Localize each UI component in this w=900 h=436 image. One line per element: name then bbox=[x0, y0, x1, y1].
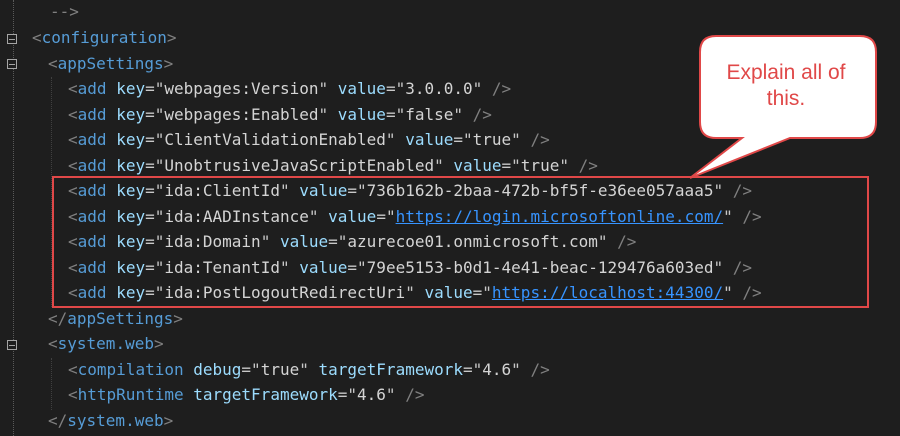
attr-name: key bbox=[116, 105, 146, 124]
equals-quote: =" bbox=[241, 360, 261, 379]
code-line-appsettings-close[interactable]: </appSettings> bbox=[48, 306, 183, 332]
attr-name: key bbox=[116, 156, 146, 175]
tag-name: system.web bbox=[57, 334, 154, 353]
code-line-add-client-validation[interactable]: <add key="ClientValidationEnabled" value… bbox=[68, 127, 550, 153]
attr-value: true bbox=[520, 156, 560, 175]
tag-bracket: < bbox=[48, 54, 58, 73]
tag-name: httpRuntime bbox=[77, 385, 184, 404]
tag-bracket: < bbox=[68, 360, 78, 379]
tag-bracket: < bbox=[32, 28, 42, 47]
close-quote: " bbox=[559, 156, 569, 175]
attr-name: targetFramework bbox=[318, 360, 464, 379]
code-line-system-web-open[interactable]: <system.web> bbox=[48, 331, 164, 357]
equals-quote: =" bbox=[145, 156, 165, 175]
close-quote: " bbox=[472, 79, 483, 98]
self-close: /> bbox=[491, 79, 512, 98]
tag-name: appSettings bbox=[57, 54, 164, 73]
tag-bracket: < bbox=[68, 105, 78, 124]
self-close: /> bbox=[530, 130, 550, 149]
tag-name: compilation bbox=[77, 360, 184, 379]
code-line-httpruntime[interactable]: <httpRuntime targetFramework="4.6" /> bbox=[68, 382, 424, 408]
code-line-configuration-open[interactable]: <configuration> bbox=[32, 25, 177, 51]
attr-name: key bbox=[116, 130, 146, 149]
tag-bracket: < bbox=[48, 334, 58, 353]
close-quote: " bbox=[511, 360, 521, 379]
close-quote: " bbox=[318, 105, 329, 124]
tag-name: add bbox=[77, 105, 107, 124]
attr-value: 4.6 bbox=[357, 385, 386, 404]
self-close: /> bbox=[405, 385, 425, 404]
tag-bracket: </ bbox=[48, 411, 68, 430]
close-quote: " bbox=[385, 385, 396, 404]
self-close: /> bbox=[578, 156, 598, 175]
tag-bracket: < bbox=[68, 79, 78, 98]
attr-name: debug bbox=[193, 360, 242, 379]
equals-quote: =" bbox=[385, 105, 406, 124]
equals-quote: =" bbox=[145, 105, 165, 124]
tag-name: appSettings bbox=[67, 309, 174, 328]
callout-text: Explain all of this. bbox=[726, 61, 846, 110]
attr-value: true bbox=[472, 130, 512, 149]
tag-name: configuration bbox=[41, 28, 167, 47]
tag-bracket: </ bbox=[48, 309, 68, 328]
code-line-system-web-close[interactable]: </system.web> bbox=[48, 408, 173, 434]
attr-value: webpages:Enabled bbox=[164, 105, 319, 124]
attr-value: webpages:Version bbox=[164, 79, 319, 98]
tag-name: system.web bbox=[67, 411, 164, 430]
tag-bracket: > bbox=[166, 28, 177, 47]
close-quote: " bbox=[453, 105, 464, 124]
close-quote: " bbox=[299, 360, 309, 379]
comment-end: --> bbox=[50, 2, 79, 21]
attr-value: ClientValidationEnabled bbox=[164, 130, 386, 149]
attr-name: value bbox=[405, 130, 454, 149]
tag-bracket: > bbox=[163, 411, 174, 430]
code-line-appsettings-open[interactable]: <appSettings> bbox=[48, 51, 173, 77]
attr-name: key bbox=[116, 79, 146, 98]
equals-quote: =" bbox=[145, 79, 165, 98]
equals-quote: =" bbox=[453, 130, 473, 149]
self-close: /> bbox=[530, 360, 550, 379]
tag-bracket: < bbox=[68, 130, 78, 149]
tag-name: add bbox=[77, 79, 107, 98]
attr-value: false bbox=[405, 105, 454, 124]
close-quote: " bbox=[434, 156, 444, 175]
attr-value: UnobtrusiveJavaScriptEnabled bbox=[164, 156, 435, 175]
code-line-comment-end[interactable]: --> bbox=[50, 0, 79, 25]
code-line-add-webpages-enabled[interactable]: <add key="webpages:Enabled" value="false… bbox=[68, 102, 492, 128]
attr-name: value bbox=[337, 79, 386, 98]
close-quote: " bbox=[511, 130, 521, 149]
tag-bracket: > bbox=[163, 54, 174, 73]
tag-bracket: > bbox=[173, 309, 183, 328]
self-close: /> bbox=[472, 105, 492, 124]
attr-value: 3.0.0.0 bbox=[405, 79, 473, 98]
attr-value: true bbox=[260, 360, 300, 379]
close-quote: " bbox=[385, 130, 396, 149]
equals-quote: =" bbox=[337, 385, 358, 404]
equals-quote: =" bbox=[463, 360, 483, 379]
tag-bracket: < bbox=[68, 156, 78, 175]
code-line-compilation[interactable]: <compilation debug="true" targetFramewor… bbox=[68, 357, 550, 383]
equals-quote: =" bbox=[385, 79, 406, 98]
attr-name: value bbox=[453, 156, 502, 175]
tag-bracket: < bbox=[68, 385, 78, 404]
indent-guide bbox=[51, 358, 52, 410]
attr-name: value bbox=[337, 105, 386, 124]
tag-bracket: > bbox=[153, 334, 164, 353]
fold-toggle-configuration[interactable] bbox=[7, 34, 17, 44]
fold-toggle-appsettings[interactable] bbox=[7, 59, 17, 69]
attr-name: targetFramework bbox=[193, 385, 338, 404]
fold-toggle-system-web[interactable] bbox=[7, 340, 17, 350]
close-quote: " bbox=[318, 79, 329, 98]
tag-name: add bbox=[77, 130, 107, 149]
tag-name: add bbox=[77, 156, 107, 175]
code-line-add-unobtrusive-js[interactable]: <add key="UnobtrusiveJavaScriptEnabled" … bbox=[68, 153, 598, 179]
equals-quote: =" bbox=[145, 130, 165, 149]
equals-quote: =" bbox=[501, 156, 521, 175]
code-line-add-webpages-version[interactable]: <add key="webpages:Version" value="3.0.0… bbox=[68, 76, 511, 102]
highlight-box-ida-settings bbox=[52, 176, 869, 308]
attr-value: 4.6 bbox=[482, 360, 512, 379]
